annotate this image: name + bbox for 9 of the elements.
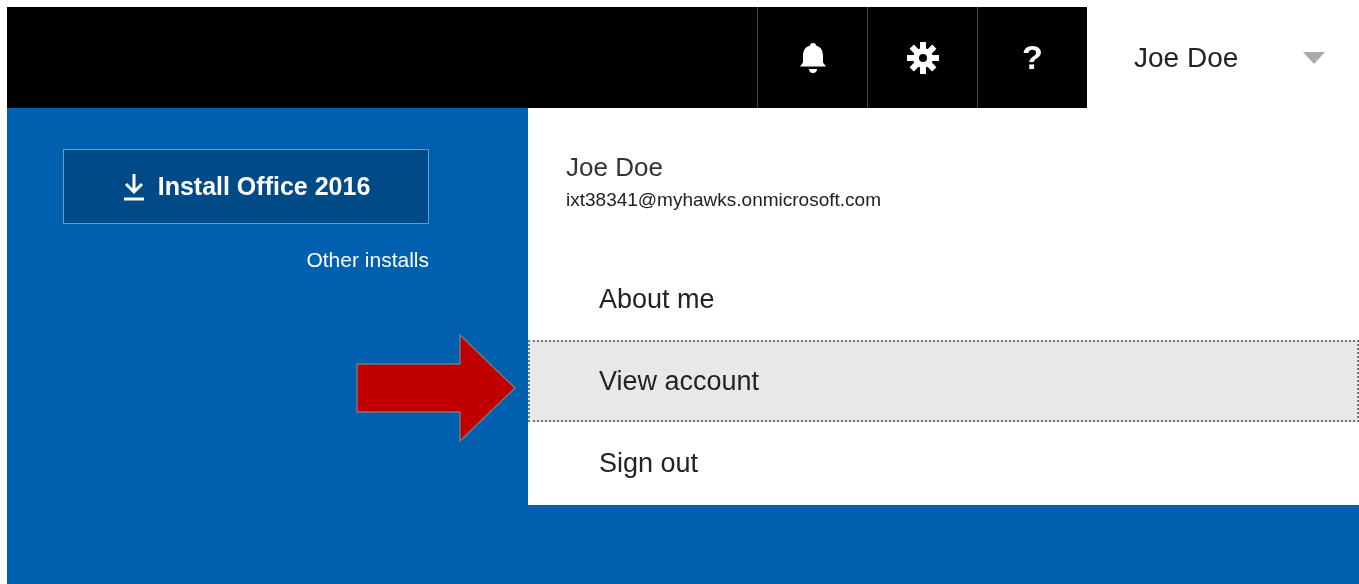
caret-icon bbox=[1303, 51, 1325, 64]
help-button[interactable]: ? bbox=[977, 7, 1087, 108]
menu-item[interactable]: View account bbox=[528, 340, 1359, 422]
account-name: Joe Doe bbox=[566, 152, 663, 183]
download-icon bbox=[121, 172, 146, 201]
other-installs-link[interactable]: Other installs bbox=[306, 248, 429, 272]
install-button[interactable]: Install Office 2016 bbox=[63, 149, 429, 224]
settings-icon bbox=[904, 39, 941, 76]
account-email: ixt38341@myhawks.onmicrosoft.com bbox=[566, 189, 881, 211]
